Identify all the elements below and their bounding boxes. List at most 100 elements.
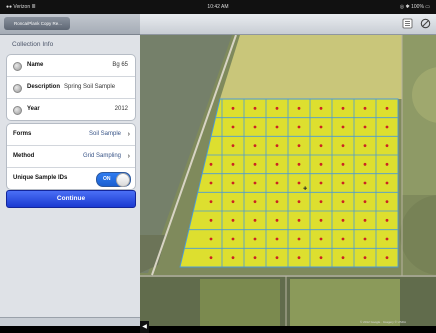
map-canvas[interactable]: ✚ <box>140 35 436 326</box>
sample-point[interactable] <box>297 162 301 166</box>
sample-point[interactable] <box>319 218 323 222</box>
sample-point[interactable] <box>231 162 235 166</box>
sample-point[interactable] <box>341 200 345 204</box>
sample-point[interactable] <box>319 162 323 166</box>
sample-point[interactable] <box>341 106 345 110</box>
satellite-map[interactable]: ✚ ◀ © 2012 Google · Imagery © USDA <box>140 35 436 333</box>
sample-point[interactable] <box>275 125 279 129</box>
sample-point[interactable] <box>209 200 213 204</box>
sample-point[interactable] <box>341 256 345 260</box>
status-time: 10:42 AM <box>207 4 229 10</box>
sample-point[interactable] <box>231 218 235 222</box>
sample-point[interactable] <box>341 181 345 185</box>
sample-point[interactable] <box>297 125 301 129</box>
sample-point[interactable] <box>209 256 213 260</box>
sample-point[interactable] <box>319 256 323 260</box>
sample-point[interactable] <box>231 256 235 260</box>
sample-point[interactable] <box>253 162 257 166</box>
description-row[interactable]: Description Spring Soil Sample <box>7 77 135 99</box>
sample-point[interactable] <box>363 181 367 185</box>
sample-point[interactable] <box>253 181 257 185</box>
sample-point[interactable] <box>363 218 367 222</box>
sample-point[interactable] <box>385 218 389 222</box>
sample-point[interactable] <box>341 144 345 148</box>
description-value: Spring Soil Sample <box>64 84 116 90</box>
sample-point[interactable] <box>231 181 235 185</box>
sample-point[interactable] <box>341 125 345 129</box>
sample-point[interactable] <box>385 125 389 129</box>
unique-ids-row: Unique Sample IDs ON <box>7 168 135 189</box>
sample-point[interactable] <box>363 162 367 166</box>
sample-point[interactable] <box>275 218 279 222</box>
sample-point[interactable] <box>385 106 389 110</box>
sample-point[interactable] <box>275 200 279 204</box>
sample-point[interactable] <box>363 200 367 204</box>
sample-point[interactable] <box>319 144 323 148</box>
chevron-right-icon: › <box>127 131 130 138</box>
sample-point[interactable] <box>297 200 301 204</box>
sample-point[interactable] <box>275 181 279 185</box>
sample-point[interactable] <box>275 162 279 166</box>
sample-point[interactable] <box>253 125 257 129</box>
sample-point[interactable] <box>209 218 213 222</box>
sample-point[interactable] <box>231 200 235 204</box>
triangle-left-icon[interactable]: ◀ <box>140 321 149 333</box>
radio-bullet-icon <box>13 84 22 93</box>
sample-point[interactable] <box>231 106 235 110</box>
sample-point[interactable] <box>363 106 367 110</box>
sample-point[interactable] <box>363 256 367 260</box>
sample-point[interactable] <box>253 200 257 204</box>
sample-point[interactable] <box>341 237 345 241</box>
sample-point[interactable] <box>275 237 279 241</box>
sample-point[interactable] <box>297 181 301 185</box>
sample-point[interactable] <box>253 218 257 222</box>
sample-point[interactable] <box>209 237 213 241</box>
sample-point[interactable] <box>385 181 389 185</box>
unique-ids-toggle[interactable]: ON <box>96 172 131 187</box>
sample-point[interactable] <box>253 144 257 148</box>
sample-point[interactable] <box>297 106 301 110</box>
sample-point[interactable] <box>297 237 301 241</box>
field-south-west <box>200 279 280 326</box>
sample-point[interactable] <box>319 200 323 204</box>
no-entry-icon[interactable] <box>420 18 431 29</box>
sample-point[interactable] <box>275 256 279 260</box>
name-row[interactable]: Name Bg 65 <box>7 55 135 77</box>
sample-point[interactable] <box>209 162 213 166</box>
sample-point[interactable] <box>209 181 213 185</box>
sample-point[interactable] <box>253 256 257 260</box>
sample-point[interactable] <box>319 125 323 129</box>
sample-point[interactable] <box>275 144 279 148</box>
sample-point[interactable] <box>297 144 301 148</box>
sample-point[interactable] <box>319 181 323 185</box>
sample-point[interactable] <box>363 144 367 148</box>
sample-point[interactable] <box>385 200 389 204</box>
sample-point[interactable] <box>253 106 257 110</box>
sample-point[interactable] <box>297 218 301 222</box>
sample-point[interactable] <box>363 125 367 129</box>
year-row[interactable]: Year 2012 <box>7 99 135 120</box>
sample-point[interactable] <box>231 237 235 241</box>
forms-row[interactable]: Forms Soil Sample › <box>7 124 135 146</box>
sample-point[interactable] <box>319 237 323 241</box>
sample-point[interactable] <box>385 144 389 148</box>
list-icon[interactable] <box>402 18 413 29</box>
sample-point[interactable] <box>385 162 389 166</box>
sample-point[interactable] <box>297 256 301 260</box>
sample-point[interactable] <box>363 237 367 241</box>
sample-point[interactable] <box>231 144 235 148</box>
sample-point[interactable] <box>319 106 323 110</box>
method-row[interactable]: Method Grid Sampling › <box>7 146 135 168</box>
unique-ids-label: Unique Sample IDs <box>13 175 68 181</box>
sample-point[interactable] <box>275 106 279 110</box>
sample-point[interactable] <box>231 125 235 129</box>
sample-point[interactable] <box>385 237 389 241</box>
toggle-on-label: ON <box>103 176 111 182</box>
back-button[interactable]: Ronca/Plank Copy Re... <box>4 17 71 30</box>
sample-point[interactable] <box>341 218 345 222</box>
sample-point[interactable] <box>341 162 345 166</box>
sample-point[interactable] <box>385 256 389 260</box>
continue-button[interactable]: Continue <box>6 190 136 208</box>
method-label: Method <box>13 153 35 159</box>
sample-point[interactable] <box>253 237 257 241</box>
